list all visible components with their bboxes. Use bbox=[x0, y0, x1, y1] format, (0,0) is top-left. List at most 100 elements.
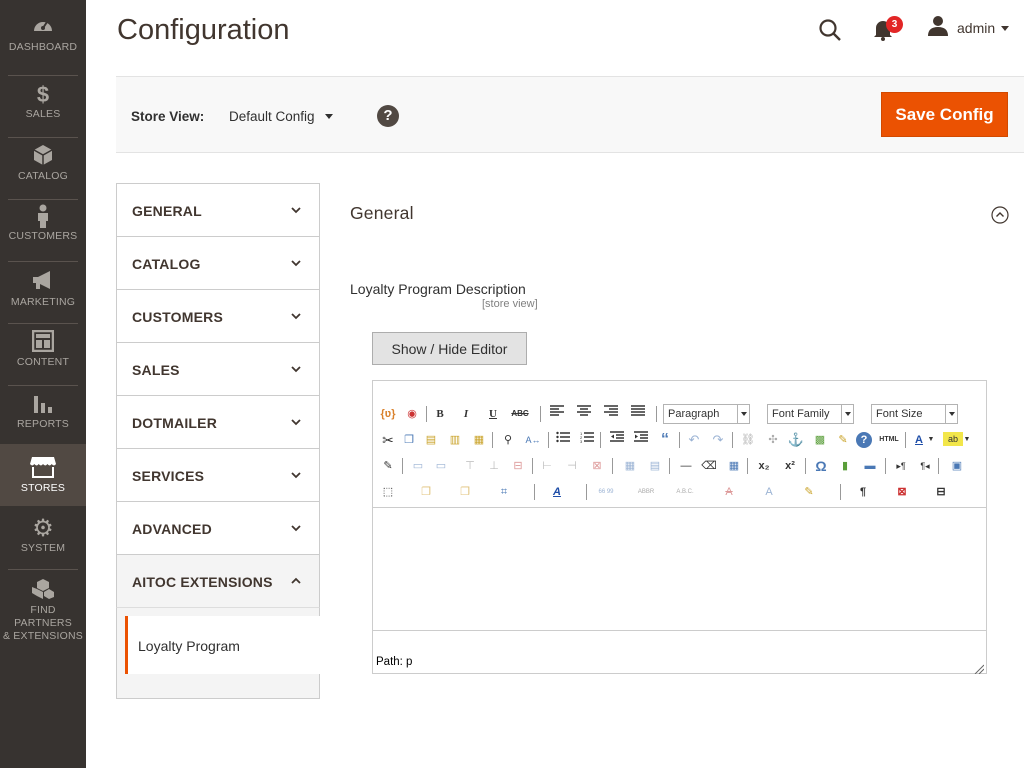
nonbreaking-icon[interactable]: ⊠ bbox=[892, 482, 912, 502]
search-icon[interactable] bbox=[818, 18, 842, 42]
insert-abbr-icon[interactable]: ❐ bbox=[416, 482, 436, 502]
image-icon[interactable]: ▩ bbox=[810, 430, 830, 450]
attribs-icon[interactable]: ✎ bbox=[799, 482, 819, 502]
redo-icon[interactable]: ↷ bbox=[708, 430, 728, 450]
row-before-icon[interactable]: ⊤ bbox=[460, 456, 480, 476]
tab-services[interactable]: SERVICES bbox=[116, 448, 320, 501]
store-view-select[interactable]: Default Config bbox=[229, 109, 333, 124]
align-left-icon[interactable] bbox=[547, 404, 567, 424]
cut-icon[interactable]: ✂ bbox=[378, 430, 398, 450]
nav-dashboard[interactable]: DASHBOARD bbox=[0, 15, 86, 75]
insert-widget-icon[interactable]: ◉ bbox=[402, 404, 422, 424]
remove-format-icon[interactable]: ⌫ bbox=[699, 456, 719, 476]
find-icon[interactable]: ⚲ bbox=[498, 430, 518, 450]
tab-customers[interactable]: CUSTOMERS bbox=[116, 289, 320, 342]
subscript-icon[interactable]: x₂ bbox=[754, 456, 774, 476]
section-title[interactable]: General bbox=[350, 203, 414, 224]
show-blocks-icon[interactable]: ¶ bbox=[853, 482, 873, 502]
paste-text-icon[interactable]: ▥ bbox=[445, 430, 465, 450]
font-family-select[interactable]: Font Family bbox=[767, 404, 854, 424]
anchor-icon[interactable]: ⚓ bbox=[786, 430, 806, 450]
underline-icon[interactable]: U bbox=[483, 404, 503, 424]
tab-dotmailer[interactable]: DOTMAILER bbox=[116, 395, 320, 448]
nav-system[interactable]: ⚙ SYSTEM bbox=[0, 516, 86, 576]
resize-handle-icon[interactable] bbox=[974, 661, 985, 675]
collapse-icon[interactable] bbox=[991, 206, 1009, 224]
strikethrough-icon[interactable]: ABC bbox=[510, 404, 530, 424]
tab-catalog[interactable]: CATALOG bbox=[116, 236, 320, 289]
html-source-icon[interactable]: HTML bbox=[877, 430, 901, 450]
merge-cells-icon[interactable]: ▤ bbox=[645, 456, 665, 476]
paste-word-icon[interactable]: ▦ bbox=[469, 430, 489, 450]
user-menu[interactable]: admin bbox=[927, 15, 1010, 40]
nav-content[interactable]: CONTENT bbox=[0, 329, 86, 390]
align-right-icon[interactable] bbox=[601, 404, 621, 424]
abbr-icon[interactable]: ABBR bbox=[636, 482, 656, 502]
rtl-icon[interactable]: ¶◂ bbox=[915, 456, 935, 476]
insert-variable-icon[interactable]: {ʋ} bbox=[378, 404, 398, 424]
nav-sales[interactable]: $ SALES bbox=[0, 82, 86, 142]
paste-icon[interactable]: ▤ bbox=[421, 430, 441, 450]
copy-icon[interactable]: ❐ bbox=[399, 430, 419, 450]
nav-reports[interactable]: REPORTS bbox=[0, 392, 86, 452]
nav-marketing[interactable]: MARKETING bbox=[0, 270, 86, 330]
insert-layer-icon[interactable]: ▬ bbox=[860, 456, 880, 476]
indent-icon[interactable] bbox=[631, 430, 651, 450]
nav-catalog[interactable]: CATALOG bbox=[0, 144, 86, 204]
media-icon[interactable]: ▮ bbox=[835, 456, 855, 476]
highlight-color-icon[interactable]: ab bbox=[943, 432, 963, 446]
styleprops-icon[interactable]: A bbox=[547, 482, 567, 502]
unlink-icon[interactable]: ✣ bbox=[763, 430, 783, 450]
tab-aitoc-extensions[interactable]: AITOC EXTENSIONS bbox=[116, 554, 320, 607]
insert-acronym-icon[interactable]: ❐ bbox=[455, 482, 475, 502]
cell-props-icon[interactable]: ▭ bbox=[431, 456, 451, 476]
nav-stores[interactable]: STORES bbox=[0, 444, 86, 506]
save-config-button[interactable]: Save Config bbox=[881, 92, 1008, 137]
col-after-icon[interactable]: ⊣ bbox=[562, 456, 582, 476]
numbered-list-icon[interactable]: 123 bbox=[577, 430, 597, 450]
split-cells-icon[interactable]: ▦ bbox=[620, 456, 640, 476]
chevron-down-icon[interactable]: ▼ bbox=[963, 430, 971, 450]
nav-customers[interactable]: CUSTOMERS bbox=[0, 204, 86, 264]
align-justify-icon[interactable] bbox=[628, 404, 648, 424]
nav-find-partners[interactable]: FIND PARTNERS & EXTENSIONS bbox=[0, 578, 86, 642]
font-size-select[interactable]: Font Size bbox=[871, 404, 958, 424]
link-icon[interactable]: ⛓ bbox=[738, 430, 758, 450]
subtab-loyalty-program[interactable]: Loyalty Program bbox=[125, 616, 321, 674]
delete-col-icon[interactable]: ⊠ bbox=[587, 456, 607, 476]
help-icon[interactable]: ? bbox=[856, 432, 872, 448]
format-select[interactable]: Paragraph bbox=[663, 404, 750, 424]
visual-aid-icon[interactable]: ⬚ bbox=[378, 482, 398, 502]
align-center-icon[interactable] bbox=[574, 404, 594, 424]
col-before-icon[interactable]: ⊢ bbox=[537, 456, 557, 476]
undo-icon[interactable]: ↶ bbox=[684, 430, 704, 450]
blockquote-icon[interactable]: “ bbox=[655, 430, 675, 450]
table-icon[interactable]: ▦ bbox=[724, 456, 744, 476]
delete-row-icon[interactable]: ⊟ bbox=[508, 456, 528, 476]
show-hide-editor-button[interactable]: Show / Hide Editor bbox=[372, 332, 527, 365]
tab-advanced[interactable]: ADVANCED bbox=[116, 501, 320, 554]
editor-content-area[interactable] bbox=[373, 509, 986, 631]
fullscreen-icon[interactable]: ▣ bbox=[947, 456, 967, 476]
page-break-icon[interactable]: ⊟ bbox=[931, 482, 951, 502]
acronym-icon[interactable]: A.B.C. bbox=[675, 482, 695, 502]
superscript-icon[interactable]: x² bbox=[780, 456, 800, 476]
cite-icon[interactable]: 66 99 bbox=[596, 482, 616, 502]
horizontal-rule-icon[interactable]: — bbox=[676, 456, 696, 476]
tab-general[interactable]: GENERAL bbox=[116, 183, 320, 236]
italic-icon[interactable]: I bbox=[456, 404, 476, 424]
tab-sales[interactable]: SALES bbox=[116, 342, 320, 395]
crop-icon[interactable]: ⌗ bbox=[494, 482, 514, 502]
special-char-icon[interactable]: Ω bbox=[811, 456, 831, 476]
ins-icon[interactable]: A bbox=[759, 482, 779, 502]
row-props-icon[interactable]: ▭ bbox=[408, 456, 428, 476]
del-icon[interactable]: A bbox=[719, 482, 739, 502]
row-after-icon[interactable]: ⊥ bbox=[484, 456, 504, 476]
bold-icon[interactable]: B bbox=[430, 404, 450, 424]
bullet-list-icon[interactable] bbox=[553, 430, 573, 450]
text-color-icon[interactable]: A bbox=[909, 430, 929, 450]
help-icon[interactable]: ? bbox=[377, 105, 399, 127]
outdent-icon[interactable] bbox=[607, 430, 627, 450]
chevron-down-icon[interactable]: ▼ bbox=[927, 430, 935, 450]
edit-css-icon[interactable]: ✎ bbox=[378, 456, 398, 476]
